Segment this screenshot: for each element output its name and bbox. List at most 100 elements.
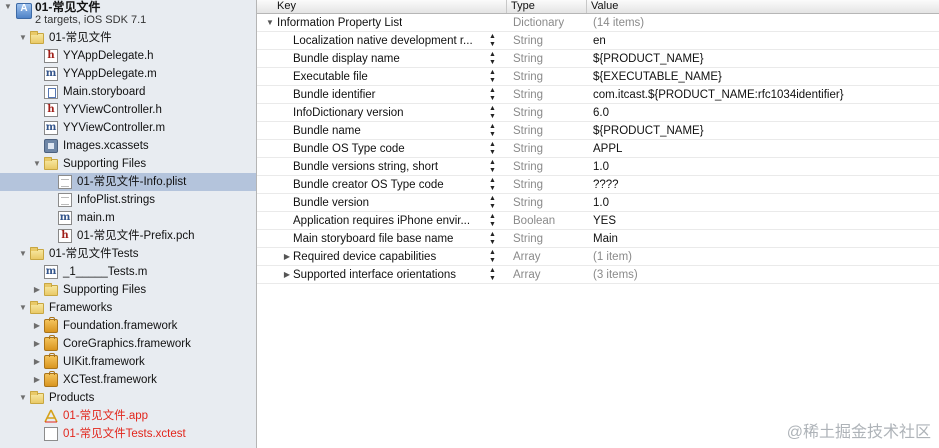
plist-row[interactable]: ▶ Required device capabilities ▲ ▼ Array (1 i…	[257, 248, 939, 266]
plist-type[interactable]: Boolean	[513, 212, 555, 230]
navigator-item[interactable]: m YYViewController.m	[0, 119, 256, 137]
navigator-item[interactable]: 01-常见文件Tests.xctest	[0, 425, 256, 443]
key-stepper-icon[interactable]: ▲ ▼	[489, 32, 498, 50]
plist-key[interactable]: Bundle version	[293, 194, 483, 212]
plist-key[interactable]: InfoDictionary version	[293, 104, 483, 122]
navigator-item[interactable]: ▶ CoreGraphics.framework	[0, 335, 256, 353]
plist-key[interactable]: Application requires iPhone envir...	[293, 212, 483, 230]
plist-key[interactable]: Bundle name	[293, 122, 483, 140]
navigator-item[interactable]: h YYViewController.h	[0, 101, 256, 119]
plist-type[interactable]: Array	[513, 266, 540, 284]
plist-type[interactable]: String	[513, 68, 543, 86]
navigator-item[interactable]: Images.xcassets	[0, 137, 256, 155]
plist-key[interactable]: Bundle identifier	[293, 86, 483, 104]
plist-row[interactable]: Bundle versions string, short ▲ ▼ String 1.0	[257, 158, 939, 176]
plist-key[interactable]: Localization native development r...	[293, 32, 483, 50]
navigator-item[interactable]: ▶ Supporting Files	[0, 281, 256, 299]
navigator-item[interactable]: m YYAppDelegate.m	[0, 65, 256, 83]
plist-value[interactable]: ????	[593, 176, 619, 194]
plist-type[interactable]: String	[513, 104, 543, 122]
plist-row[interactable]: Localization native development r... ▲ ▼ St…	[257, 32, 939, 50]
disclosure-open-icon[interactable]: ▼	[18, 299, 28, 317]
navigator-item[interactable]: Main.storyboard	[0, 83, 256, 101]
plist-value[interactable]: com.itcast.${PRODUCT_NAME:rfc1034identif…	[593, 86, 844, 104]
plist-value[interactable]: YES	[593, 212, 616, 230]
navigator-item[interactable]: ▼ Supporting Files	[0, 155, 256, 173]
plist-value[interactable]: ${PRODUCT_NAME}	[593, 122, 704, 140]
plist-row[interactable]: Executable file ▲ ▼ String ${EXECUTABLE_NAME…	[257, 68, 939, 86]
plist-key[interactable]: Supported interface orientations	[293, 266, 483, 284]
plist-key[interactable]: Executable file	[293, 68, 483, 86]
plist-key[interactable]: Required device capabilities	[293, 248, 483, 266]
disclosure-open-icon[interactable]: ▼	[3, 0, 13, 16]
key-stepper-icon[interactable]: ▲ ▼	[489, 104, 498, 122]
plist-row[interactable]: ▶ Supported interface orientations ▲ ▼ Array…	[257, 266, 939, 284]
plist-value[interactable]: ${PRODUCT_NAME}	[593, 50, 704, 68]
disclosure-open-icon[interactable]: ▼	[18, 245, 28, 263]
key-stepper-icon[interactable]: ▲ ▼	[489, 140, 498, 158]
plist-key[interactable]: Bundle display name	[293, 50, 483, 68]
plist-type[interactable]: String	[513, 230, 543, 248]
navigator-item[interactable]: ▶ UIKit.framework	[0, 353, 256, 371]
plist-row[interactable]: Bundle creator OS Type code ▲ ▼ String????	[257, 176, 939, 194]
navigator-item[interactable]: ▼ 01-常见文件Tests	[0, 245, 256, 263]
value-column-header[interactable]: Value	[587, 0, 939, 13]
disclosure-closed-icon[interactable]: ▶	[32, 335, 42, 353]
plist-key[interactable]: Main storyboard file base name	[293, 230, 483, 248]
project-root-row[interactable]: ▼ 01-常见文件 2 targets, iOS SDK 7.1	[0, 0, 256, 28]
plist-value[interactable]: 6.0	[593, 104, 609, 122]
plist-row[interactable]: InfoDictionary version ▲ ▼ String 6.0	[257, 104, 939, 122]
navigator-item[interactable]: ▼ 01-常见文件	[0, 29, 256, 47]
plist-row[interactable]: Application requires iPhone envir... ▲ ▼ Bo…	[257, 212, 939, 230]
plist-key[interactable]: Bundle creator OS Type code	[293, 176, 483, 194]
key-stepper-icon[interactable]: ▲ ▼	[489, 212, 498, 230]
navigator-item[interactable]: ▼ Frameworks	[0, 299, 256, 317]
disclosure-closed-icon[interactable]: ▶	[282, 266, 292, 284]
disclosure-closed-icon[interactable]: ▶	[32, 371, 42, 389]
plist-key[interactable]: Bundle OS Type code	[293, 140, 483, 158]
plist-row[interactable]: Bundle display name ▲ ▼ String ${PRODUCT_NAM…	[257, 50, 939, 68]
plist-value[interactable]: 1.0	[593, 158, 609, 176]
disclosure-closed-icon[interactable]: ▶	[32, 353, 42, 371]
plist-row[interactable]: Main storyboard file base name ▲ ▼ String Ma…	[257, 230, 939, 248]
navigator-item[interactable]: ▶ Foundation.framework	[0, 317, 256, 335]
key-stepper-icon[interactable]: ▲ ▼	[489, 266, 498, 284]
key-stepper-icon[interactable]: ▲ ▼	[489, 176, 498, 194]
navigator-item[interactable]: m _1_____Tests.m	[0, 263, 256, 281]
plist-value[interactable]: APPL	[593, 140, 622, 158]
plist-row[interactable]: Bundle OS Type code ▲ ▼ String APPL	[257, 140, 939, 158]
plist-type[interactable]: Array	[513, 248, 540, 266]
navigator-item[interactable]: 01-常见文件.app	[0, 407, 256, 425]
plist-type[interactable]: String	[513, 122, 543, 140]
plist-value[interactable]: (3 items)	[593, 266, 638, 284]
plist-type[interactable]: String	[513, 158, 543, 176]
navigator-item[interactable]: 01-常见文件-Info.plist	[0, 173, 256, 191]
plist-row[interactable]: Bundle name ▲ ▼ String ${PRODUCT_NAME}	[257, 122, 939, 140]
key-stepper-icon[interactable]: ▲ ▼	[489, 248, 498, 266]
plist-value[interactable]: en	[593, 32, 606, 50]
disclosure-open-icon[interactable]: ▼	[32, 155, 42, 173]
plist-value[interactable]: 1.0	[593, 194, 609, 212]
plist-value[interactable]: Main	[593, 230, 618, 248]
plist-root-row[interactable]: ▼ Information Property List Dictionary (…	[257, 14, 939, 32]
disclosure-closed-icon[interactable]: ▶	[282, 248, 292, 266]
navigator-item[interactable]: h YYAppDelegate.h	[0, 47, 256, 65]
disclosure-open-icon[interactable]: ▼	[265, 14, 275, 32]
disclosure-open-icon[interactable]: ▼	[18, 29, 28, 47]
disclosure-closed-icon[interactable]: ▶	[32, 317, 42, 335]
type-column-header[interactable]: Type	[507, 0, 587, 13]
navigator-item[interactable]: ▶ XCTest.framework	[0, 371, 256, 389]
key-stepper-icon[interactable]: ▲ ▼	[489, 158, 498, 176]
navigator-item[interactable]: InfoPlist.strings	[0, 191, 256, 209]
key-stepper-icon[interactable]: ▲ ▼	[489, 194, 498, 212]
plist-type[interactable]: String	[513, 86, 543, 104]
plist-type[interactable]: String	[513, 50, 543, 68]
plist-value[interactable]: (1 item)	[593, 248, 632, 266]
disclosure-open-icon[interactable]: ▼	[18, 389, 28, 407]
plist-key[interactable]: Bundle versions string, short	[293, 158, 483, 176]
plist-value[interactable]: ${EXECUTABLE_NAME}	[593, 68, 722, 86]
key-stepper-icon[interactable]: ▲ ▼	[489, 122, 498, 140]
key-stepper-icon[interactable]: ▲ ▼	[489, 230, 498, 248]
plist-type[interactable]: String	[513, 32, 543, 50]
navigator-item[interactable]: ▼ Products	[0, 389, 256, 407]
